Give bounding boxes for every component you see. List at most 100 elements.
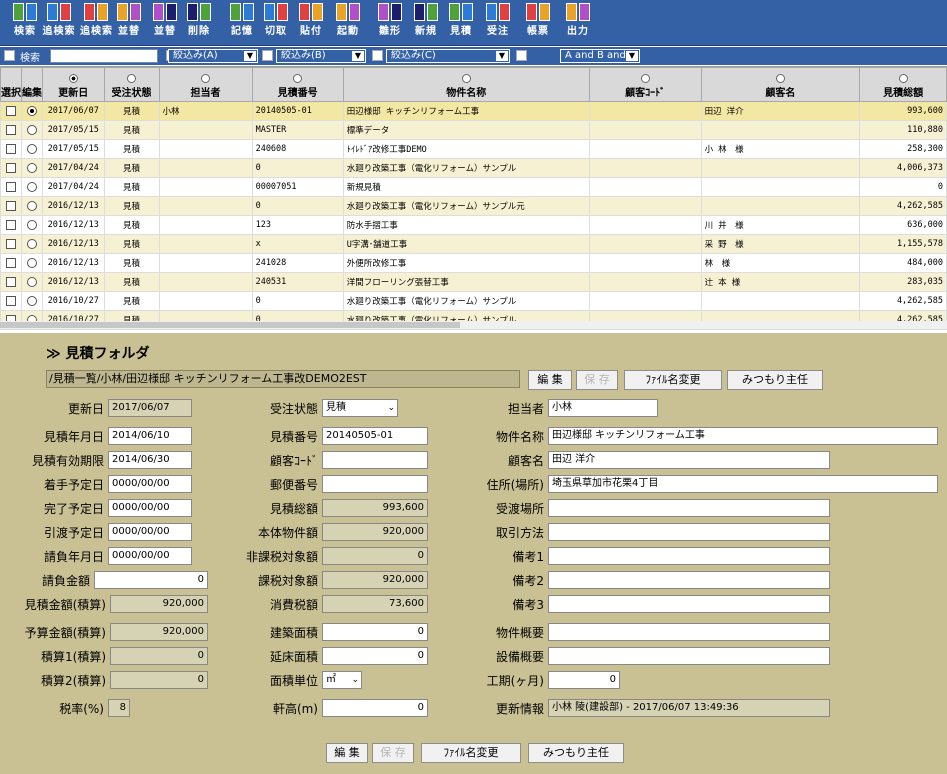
row-edit-radio[interactable] xyxy=(26,143,37,154)
search-input[interactable] xyxy=(50,49,158,63)
row-select-checkbox[interactable] xyxy=(5,200,16,211)
row-edit-radio[interactable] xyxy=(26,257,37,268)
sort-radio-icon[interactable] xyxy=(898,74,908,83)
field-update-info[interactable]: 小林 陵(建設部) - 2017/06/07 13:49:36 xyxy=(548,699,830,717)
toolbar-button-4[interactable]: 並替 xyxy=(150,3,180,43)
field-note3[interactable] xyxy=(548,595,830,613)
table-row[interactable]: 2016/12/13 見積 0 水廻り改築工事（電化リフォーム）サンプル元 4,262,… xyxy=(0,196,947,216)
field-customer-name[interactable]: 田辺 洋介 xyxy=(548,451,830,469)
column-header-0[interactable]: 選択 xyxy=(0,67,22,102)
field-calc2[interactable]: 0 xyxy=(110,671,208,689)
table-row[interactable]: 2017/06/07 見積 小林 20140505-01 田辺様邸 キッチンリフォーム工… xyxy=(0,101,947,121)
row-select-checkbox[interactable] xyxy=(5,276,16,287)
search-toggle-checkbox[interactable] xyxy=(4,50,15,61)
field-budget-amount[interactable]: 920,000 xyxy=(110,623,208,641)
row-select-checkbox[interactable] xyxy=(5,181,16,192)
field-tax-rate[interactable]: 8 xyxy=(108,699,130,717)
horizontal-scrollbar[interactable] xyxy=(0,321,947,329)
row-edit-radio[interactable] xyxy=(26,105,37,116)
field-est-total[interactable]: 993,600 xyxy=(322,499,428,517)
field-property-name[interactable]: 田辺様邸 キッチンリフォーム工事 xyxy=(548,427,938,445)
field-construction-period[interactable]: 0 xyxy=(548,671,620,689)
field-est-date[interactable]: 2014/06/10 xyxy=(108,427,192,445)
save-button[interactable]: 保 存 xyxy=(576,370,618,390)
column-header-5[interactable]: 見積番号 xyxy=(251,67,344,102)
toolbar-button-6[interactable]: 記憶 xyxy=(226,3,258,43)
filter-c-checkbox[interactable] xyxy=(372,50,383,61)
field-updated[interactable]: 2017/06/07 xyxy=(108,399,192,417)
row-edit-radio[interactable] xyxy=(26,124,37,135)
toolbar-button-9[interactable]: 起動 xyxy=(330,3,366,43)
column-header-2[interactable]: 更新日 xyxy=(41,67,105,102)
field-est-amount[interactable]: 920,000 xyxy=(110,595,208,613)
row-select-checkbox[interactable] xyxy=(5,219,16,230)
field-note1[interactable] xyxy=(548,547,830,565)
sort-radio-icon[interactable] xyxy=(68,74,78,83)
row-edit-radio[interactable] xyxy=(26,295,37,306)
field-note2[interactable] xyxy=(548,571,830,589)
table-row[interactable]: 2017/05/15 見積 MASTER 標準データ 110,880 xyxy=(0,120,947,140)
field-floor-area[interactable]: 0 xyxy=(322,647,428,665)
toolbar-button-5[interactable]: 削除 xyxy=(182,3,216,43)
toolbar-button-1[interactable]: 追検索 xyxy=(40,3,78,43)
field-calc1[interactable]: 0 xyxy=(110,647,208,665)
column-header-8[interactable]: 顧客名 xyxy=(700,67,861,102)
toolbar-button-0[interactable]: 検索 xyxy=(10,3,40,43)
sort-radio-icon[interactable] xyxy=(127,74,137,83)
field-body-amount[interactable]: 920,000 xyxy=(322,523,428,541)
filter-b-checkbox[interactable] xyxy=(262,50,273,61)
sort-radio-icon[interactable] xyxy=(775,74,785,83)
column-header-1[interactable]: 編集 xyxy=(20,67,43,102)
field-delivery-place[interactable] xyxy=(548,499,830,517)
estimator-button[interactable]: みつもり主任 xyxy=(727,370,823,390)
sort-radio-icon[interactable] xyxy=(201,74,211,83)
field-est-no[interactable]: 20140505-01 xyxy=(322,427,428,445)
toolbar-button-13[interactable]: 受注 xyxy=(480,3,516,43)
column-header-7[interactable]: 顧客ｺｰﾄﾞ xyxy=(588,67,702,102)
combine-select[interactable]: A and B and C ▼ xyxy=(560,49,640,63)
row-select-checkbox[interactable] xyxy=(5,257,16,268)
scrollbar-thumb[interactable] xyxy=(0,322,460,328)
column-header-6[interactable]: 物件名称 xyxy=(342,67,590,102)
field-contract-date[interactable]: 0000/00/00 xyxy=(108,547,192,565)
toolbar-button-10[interactable]: 雛形 xyxy=(372,3,408,43)
row-edit-radio[interactable] xyxy=(26,162,37,173)
toolbar-button-7[interactable]: 切取 xyxy=(260,3,292,43)
field-taxable[interactable]: 920,000 xyxy=(322,571,428,589)
table-row[interactable]: 2016/12/13 見積 241028 外便所改修工事 林 様 484,000 xyxy=(0,253,947,273)
table-row[interactable]: 2016/12/13 見積 x U字溝･舗道工事 采 野 様 1,155,578 xyxy=(0,234,947,254)
row-select-checkbox[interactable] xyxy=(5,162,16,173)
rename-file-button[interactable]: ﾌｧｲﾙ名変更 xyxy=(624,370,722,390)
table-row[interactable]: 2016/12/13 見積 240531 洋間フローリング張替工事 辻 本 様 283,0… xyxy=(0,272,947,292)
toolbar-button-14[interactable]: 帳票 xyxy=(520,3,556,43)
filter-a-select[interactable]: 絞込み(A) ▼ xyxy=(168,49,258,63)
combine-checkbox[interactable] xyxy=(516,50,527,61)
field-contract-amount[interactable]: 0 xyxy=(94,571,208,589)
sort-radio-icon[interactable] xyxy=(461,74,471,83)
column-header-4[interactable]: 担当者 xyxy=(158,67,253,102)
field-start-plan[interactable]: 0000/00/00 xyxy=(108,475,192,493)
toolbar-button-11[interactable]: 新規 xyxy=(410,3,442,43)
field-consumption-tax[interactable]: 73,600 xyxy=(322,595,428,613)
row-select-checkbox[interactable] xyxy=(5,295,16,306)
field-equipment-outline[interactable] xyxy=(548,647,830,665)
table-row[interactable]: 2016/12/13 見積 123 防水手摺工事 川 井 様 636,000 xyxy=(0,215,947,235)
estimator-button-bottom[interactable]: みつもり主任 xyxy=(528,743,624,763)
field-area-unit[interactable]: ㎡ ⌄ xyxy=(322,671,362,689)
field-customer-code[interactable] xyxy=(322,451,428,469)
filter-c-select[interactable]: 絞込み(C) ▼ xyxy=(386,49,510,63)
toolbar-button-15[interactable]: 出力 xyxy=(560,3,596,43)
field-staff[interactable]: 小林 xyxy=(548,399,658,417)
field-address[interactable]: 埼玉県草加市花栗4丁目 xyxy=(548,475,938,493)
sort-radio-icon[interactable] xyxy=(293,74,303,83)
toolbar-button-8[interactable]: 貼付 xyxy=(294,3,328,43)
row-edit-radio[interactable] xyxy=(26,276,37,287)
table-row[interactable]: 2017/05/15 見積 240608 ﾄｲﾚﾄﾞｱ改修工事DEMO 小 林 様 258… xyxy=(0,139,947,159)
table-row[interactable]: 2016/10/27見積 0水廻り改築工事（電化リフォーム）サンプル 4,262,5… xyxy=(0,291,947,311)
field-building-area[interactable]: 0 xyxy=(322,623,428,641)
field-valid-until[interactable]: 2014/06/30 xyxy=(108,451,192,469)
toolbar-button-2[interactable]: 追検索 xyxy=(80,3,112,43)
row-select-checkbox[interactable] xyxy=(5,105,16,116)
field-property-outline[interactable] xyxy=(548,623,830,641)
field-postal[interactable] xyxy=(322,475,428,493)
